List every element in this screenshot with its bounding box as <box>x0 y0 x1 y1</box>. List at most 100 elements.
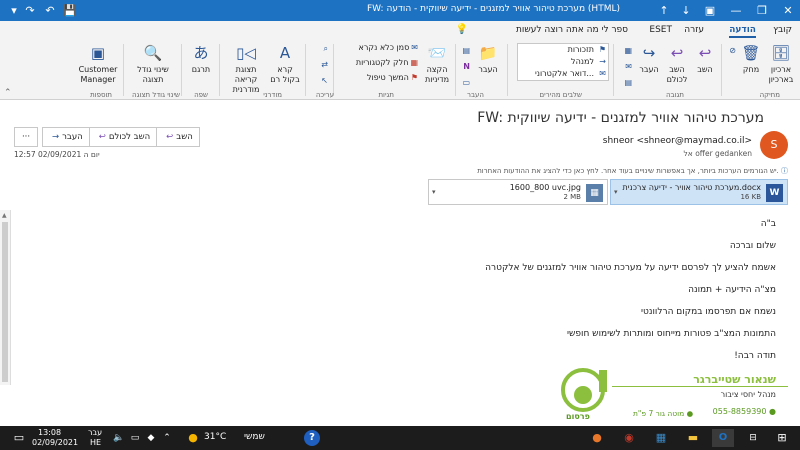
firefox-icon[interactable]: ● <box>588 429 606 447</box>
scroll-up-icon[interactable]: ▲ <box>2 212 7 219</box>
rules-button[interactable]: ▤ <box>460 46 470 55</box>
recipient-name[interactable]: offer gedanken <box>695 149 752 158</box>
related-button[interactable]: ⇄ <box>319 60 328 69</box>
maximize-button[interactable]: ❐ <box>750 0 774 21</box>
weather-sun-icon: ● <box>188 431 198 444</box>
attachment-docx[interactable]: W מערכת טיהור אוויר - ידיעה צרכנית.docx … <box>610 179 788 205</box>
quick-step-manager[interactable]: → למנהל <box>518 56 608 68</box>
forward-button[interactable]: → העבר <box>42 127 90 147</box>
read-aloud-button[interactable]: A קרא בקול רם <box>270 43 300 85</box>
file-explorer-icon[interactable]: ▬ <box>684 429 702 447</box>
outlook-icon[interactable]: O <box>712 429 734 447</box>
app-icon[interactable]: ◉ <box>620 429 638 447</box>
customer-manager-icon: ▣ <box>90 44 106 62</box>
customer-manager-button[interactable]: ▣ Customer Manager <box>76 43 120 85</box>
meeting-button[interactable]: ▦ <box>622 46 632 55</box>
notification-icon[interactable]: ▭ <box>12 429 26 447</box>
task-view-icon[interactable]: ⊟ <box>744 429 762 447</box>
follow-up-button[interactable]: ⚑המשך טיפול <box>367 73 418 82</box>
find-button[interactable]: ⌕ <box>322 44 328 54</box>
vertical-scrollbar[interactable]: ▲ <box>0 210 11 385</box>
flag-icon: ⚑ <box>410 73 418 82</box>
attachment-jpg[interactable]: ▦ 1600_800 uvc.jpg 2 MB ▾ <box>428 179 608 205</box>
speaker-icon[interactable]: 🔈 <box>112 429 126 447</box>
reply-all-button[interactable]: ↩ השב לכולם <box>88 127 158 147</box>
quick-step-email[interactable]: ✉ דואר אלקטרוני... <box>518 68 608 80</box>
move-button[interactable]: 📁 העבר <box>472 43 504 75</box>
minimize-button[interactable]: — <box>724 0 748 21</box>
app-icon[interactable]: ▦ <box>652 429 670 447</box>
group-separator <box>305 44 306 96</box>
body-line: ב"ה <box>760 219 776 229</box>
down-arrow-icon[interactable]: ↓ <box>676 0 696 21</box>
clock-time[interactable]: 13:08 <box>38 428 61 437</box>
tab-file[interactable]: קובץ <box>773 25 792 35</box>
collapse-ribbon-icon[interactable]: ⌃ <box>4 88 12 98</box>
categorize-icon: ▦ <box>410 58 418 67</box>
im-button[interactable]: ✉ <box>623 62 632 71</box>
taskbar: ▭ 13:08 02/09/2021 עבר HE 🔈 ▭ ◆ ⌃ ● 31°C… <box>0 426 800 450</box>
signature-logo: פרסום <box>556 368 610 426</box>
policy-label: הקצה מדיניות <box>424 65 450 84</box>
quick-steps-gallery[interactable]: ⚑ תזכורות → למנהל ✉ דואר אלקטרוני... <box>517 43 609 81</box>
avatar[interactable]: S <box>760 131 788 159</box>
move-folder-icon: 📁 <box>478 44 498 62</box>
mark-unread-button[interactable]: ✉סמן כלא נקרא <box>359 43 418 52</box>
ribbon-display-icon[interactable]: ▣ <box>698 0 722 21</box>
network-icon[interactable]: ▭ <box>128 429 142 447</box>
undo-icon[interactable]: ↶ <box>40 0 60 21</box>
forward-label: העבר <box>62 132 83 142</box>
group-label-delete: מחיקה <box>759 91 780 99</box>
reply-all-icon: ↩ <box>98 132 106 142</box>
signature-phone[interactable]: 055-8859390 ● <box>713 407 776 416</box>
windows-start-icon[interactable]: ⊞ <box>770 429 794 447</box>
dropbox-icon[interactable]: ◆ <box>144 429 158 447</box>
close-button[interactable]: ✕ <box>776 0 800 21</box>
tell-me-search[interactable]: ספר לי מה אתה רוצה לעשות <box>516 25 628 35</box>
arrow-icon: → <box>599 57 606 66</box>
onenote-button[interactable]: N <box>461 62 470 71</box>
actions-button[interactable]: ▭ <box>460 78 470 87</box>
input-language[interactable]: עבר <box>88 428 102 437</box>
quick-step-label: למנהל <box>571 57 594 66</box>
group-label-quick-steps: שלבים מהירים <box>539 91 582 99</box>
ignore-button[interactable]: ⊘ <box>727 46 736 55</box>
more-respond-button[interactable]: ▤ <box>622 78 632 87</box>
weather-temperature[interactable]: 31°C <box>204 432 226 442</box>
group-separator <box>219 44 220 96</box>
up-arrow-icon[interactable]: ↑ <box>654 0 674 21</box>
group-label-tags: תגיות <box>378 91 394 99</box>
zoom-button[interactable]: 🔍 שינוי גודל תצוגה <box>130 43 176 85</box>
translate-button[interactable]: あ תרגם <box>186 43 216 75</box>
reply-button[interactable]: ↩ השב <box>692 43 718 75</box>
body-line: אשמח להציע לך לפרסם ידיעה על מערכת טיהור… <box>485 263 776 273</box>
forward-button[interactable]: ↪ העבר <box>636 43 662 75</box>
sender-address[interactable]: shneor <shneor@maymad.co.il> <box>603 136 752 146</box>
immersive-reader-button[interactable]: ▯◁ תצוגת קריאה מודרנית <box>224 43 268 95</box>
quick-step-reminders[interactable]: ⚑ תזכורות <box>518 44 608 56</box>
weather-description[interactable]: שמשי <box>244 432 265 442</box>
archive-button[interactable]: 🗄 ארכיון בארכיון <box>766 43 796 85</box>
reply-all-button[interactable]: ↩ השב לכולם <box>664 43 690 85</box>
clock-date[interactable]: 02/09/2021 <box>32 438 78 447</box>
chevron-down-icon[interactable]: ▾ <box>432 188 436 196</box>
reply-button[interactable]: ↩ השב <box>156 127 200 147</box>
info-bar[interactable]: יש הגורמים הערכות ביותר, אך באפשרות שינו… <box>477 166 788 176</box>
tab-help[interactable]: עזרה <box>684 25 704 35</box>
keyboard-layout[interactable]: HE <box>90 438 101 447</box>
categorize-button[interactable]: ▦חלק לקטגוריות <box>356 58 418 67</box>
save-icon[interactable]: 💾 <box>60 0 80 21</box>
scrollbar-thumb[interactable] <box>2 222 8 382</box>
select-button[interactable]: ↖ <box>319 76 328 85</box>
assign-policy-button[interactable]: 📨 הקצה מדיניות <box>422 43 452 85</box>
tab-eset[interactable]: ESET <box>649 25 672 35</box>
im-icon: ✉ <box>625 62 632 71</box>
help-icon[interactable]: ? <box>304 430 320 446</box>
tab-message[interactable]: הודעה <box>729 25 756 38</box>
translate-label: תרגם <box>191 65 211 74</box>
delete-button[interactable]: 🗑 מחק <box>738 43 764 75</box>
redo-icon[interactable]: ↷ <box>20 0 40 21</box>
more-actions-button[interactable]: ··· <box>14 127 38 147</box>
chevron-up-icon[interactable]: ⌃ <box>160 429 174 447</box>
chevron-down-icon[interactable]: ▾ <box>614 188 618 196</box>
